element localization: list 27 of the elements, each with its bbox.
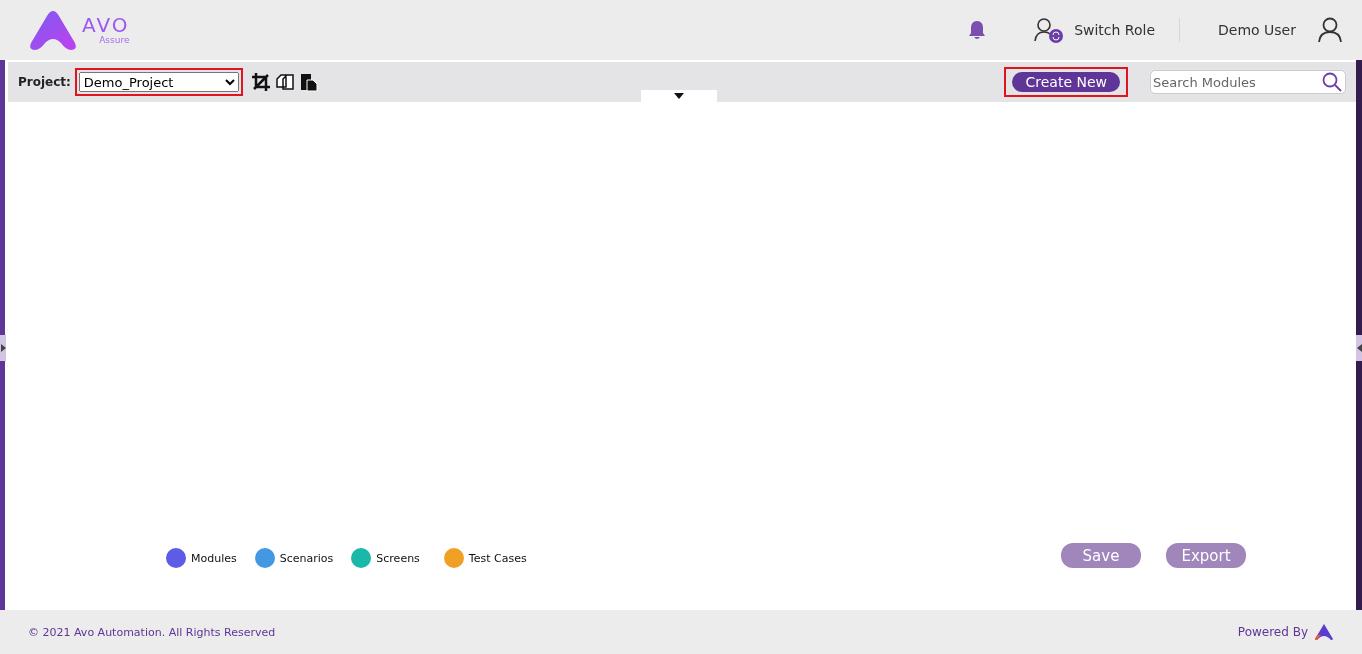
logo-icon — [28, 9, 78, 51]
crop-icon[interactable] — [250, 72, 271, 92]
caret-icon — [674, 93, 684, 99]
side-handle[interactable] — [0, 335, 6, 361]
logo-text: AVO — [82, 15, 130, 35]
search-icon[interactable] — [1322, 72, 1342, 92]
legend-label: Modules — [191, 551, 237, 565]
user-switch-icon[interactable] — [1034, 17, 1065, 43]
paste-icon[interactable] — [298, 72, 319, 92]
user-name: Demo User — [1218, 22, 1296, 38]
project-select[interactable]: Demo_Project — [78, 72, 239, 92]
bell-icon[interactable] — [968, 20, 987, 40]
powered-by-text: Powered By — [1237, 625, 1308, 639]
user-icon[interactable] — [1318, 17, 1342, 43]
collapse-toggle[interactable] — [641, 90, 717, 102]
side-handle[interactable] — [1356, 335, 1362, 361]
brand-logo-icon — [1314, 623, 1334, 641]
create-new-button[interactable]: Create New — [1012, 72, 1120, 92]
legend-label: Test Cases — [468, 551, 527, 565]
copyright-text: © 2021 Avo Automation. All Rights Reserved — [28, 625, 276, 639]
legend-label: Screens — [376, 551, 420, 565]
logo-subtext: Assure — [99, 35, 130, 45]
switch-role-link[interactable]: Switch Role — [1074, 22, 1156, 38]
legend-label: Scenarios — [279, 551, 334, 565]
copy-icon[interactable] — [274, 72, 295, 92]
search-field[interactable]: Search Modules — [1150, 70, 1346, 94]
project-label: Project: — [18, 75, 71, 89]
